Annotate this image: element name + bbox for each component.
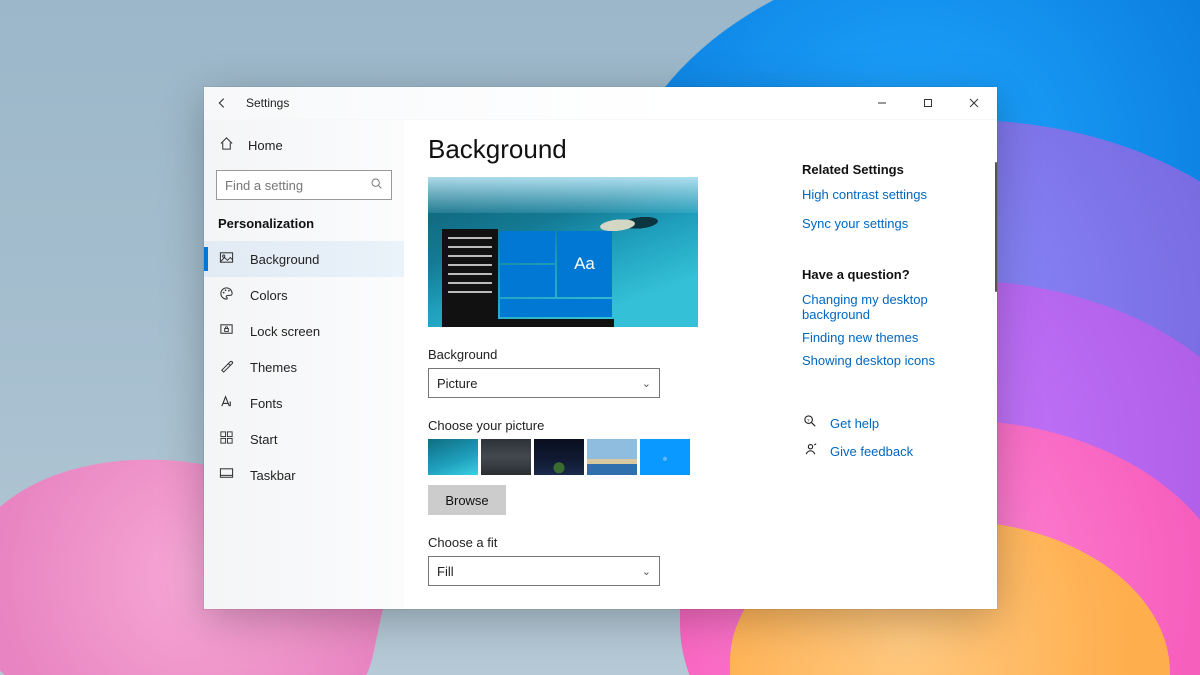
sidebar-item-taskbar[interactable]: Taskbar [204, 457, 404, 493]
picture-icon [218, 250, 234, 268]
picture-thumb-2[interactable] [481, 439, 531, 475]
browse-button[interactable]: Browse [428, 485, 506, 515]
get-help-row[interactable]: ? Get help [802, 414, 989, 432]
sidebar-item-label: Taskbar [250, 468, 296, 483]
help-icon: ? [802, 414, 818, 432]
picture-thumb-1[interactable] [428, 439, 478, 475]
picture-thumb-3[interactable] [534, 439, 584, 475]
svg-text:?: ? [806, 418, 809, 423]
sidebar-item-colors[interactable]: Colors [204, 277, 404, 313]
content-area: Background Aa [404, 120, 802, 609]
sidebar-item-background[interactable]: Background [204, 241, 404, 277]
link-high-contrast[interactable]: High contrast settings [802, 187, 989, 202]
maximize-button[interactable] [905, 87, 951, 119]
preview-tile-text: Aa [557, 231, 612, 297]
sidebar-item-label: Background [250, 252, 319, 267]
close-button[interactable] [951, 87, 997, 119]
question-head: Have a question? [802, 267, 989, 282]
choose-picture-label: Choose your picture [428, 418, 778, 433]
fit-value: Fill [437, 564, 454, 579]
sidebar-item-lock-screen[interactable]: Lock screen [204, 313, 404, 349]
sidebar-home[interactable]: Home [204, 128, 404, 162]
background-type-select[interactable]: Picture ⌄ [428, 368, 660, 398]
themes-icon [218, 358, 234, 376]
picture-thumb-4[interactable] [587, 439, 637, 475]
picture-thumbnails [428, 439, 778, 475]
fit-select[interactable]: Fill ⌄ [428, 556, 660, 586]
right-column: Related Settings High contrast settings … [802, 120, 997, 609]
minimize-button[interactable] [859, 87, 905, 119]
sidebar-item-label: Colors [250, 288, 288, 303]
window-title: Settings [246, 96, 289, 110]
fonts-icon [218, 394, 234, 412]
link-desktop-icons[interactable]: Showing desktop icons [802, 353, 989, 368]
search-input[interactable]: Find a setting [216, 170, 392, 200]
titlebar: Settings [204, 87, 997, 119]
taskbar-icon [218, 466, 234, 484]
chevron-down-icon: ⌄ [642, 377, 651, 390]
link-changing-background[interactable]: Changing my desktop background [802, 292, 989, 322]
link-sync-settings[interactable]: Sync your settings [802, 216, 989, 231]
search-icon [370, 177, 383, 193]
picture-thumb-5[interactable] [640, 439, 690, 475]
lock-screen-icon [218, 322, 234, 340]
sidebar-item-start[interactable]: Start [204, 421, 404, 457]
chevron-down-icon: ⌄ [642, 565, 651, 578]
settings-window: Settings Home Find a setting [204, 87, 997, 609]
give-feedback-row[interactable]: Give feedback [802, 442, 989, 460]
search-placeholder: Find a setting [225, 178, 303, 193]
start-icon [218, 430, 234, 448]
background-type-label: Background [428, 347, 778, 362]
sidebar-item-label: Lock screen [250, 324, 320, 339]
sidebar-item-label: Themes [250, 360, 297, 375]
give-feedback-link: Give feedback [830, 444, 913, 459]
feedback-icon [802, 442, 818, 460]
sidebar-item-themes[interactable]: Themes [204, 349, 404, 385]
back-button[interactable] [208, 89, 236, 117]
page-heading: Background [428, 134, 778, 165]
sidebar-item-label: Fonts [250, 396, 283, 411]
get-help-link: Get help [830, 416, 879, 431]
background-preview: Aa [428, 177, 698, 327]
choose-fit-label: Choose a fit [428, 535, 778, 550]
palette-icon [218, 286, 234, 304]
sidebar-item-label: Start [250, 432, 277, 447]
sidebar: Home Find a setting Personalization Back… [204, 120, 404, 609]
link-finding-themes[interactable]: Finding new themes [802, 330, 989, 345]
sidebar-item-fonts[interactable]: Fonts [204, 385, 404, 421]
related-settings-head: Related Settings [802, 162, 989, 177]
background-type-value: Picture [437, 376, 477, 391]
home-icon [218, 136, 234, 154]
sidebar-home-label: Home [248, 138, 283, 153]
sidebar-category: Personalization [204, 212, 404, 241]
